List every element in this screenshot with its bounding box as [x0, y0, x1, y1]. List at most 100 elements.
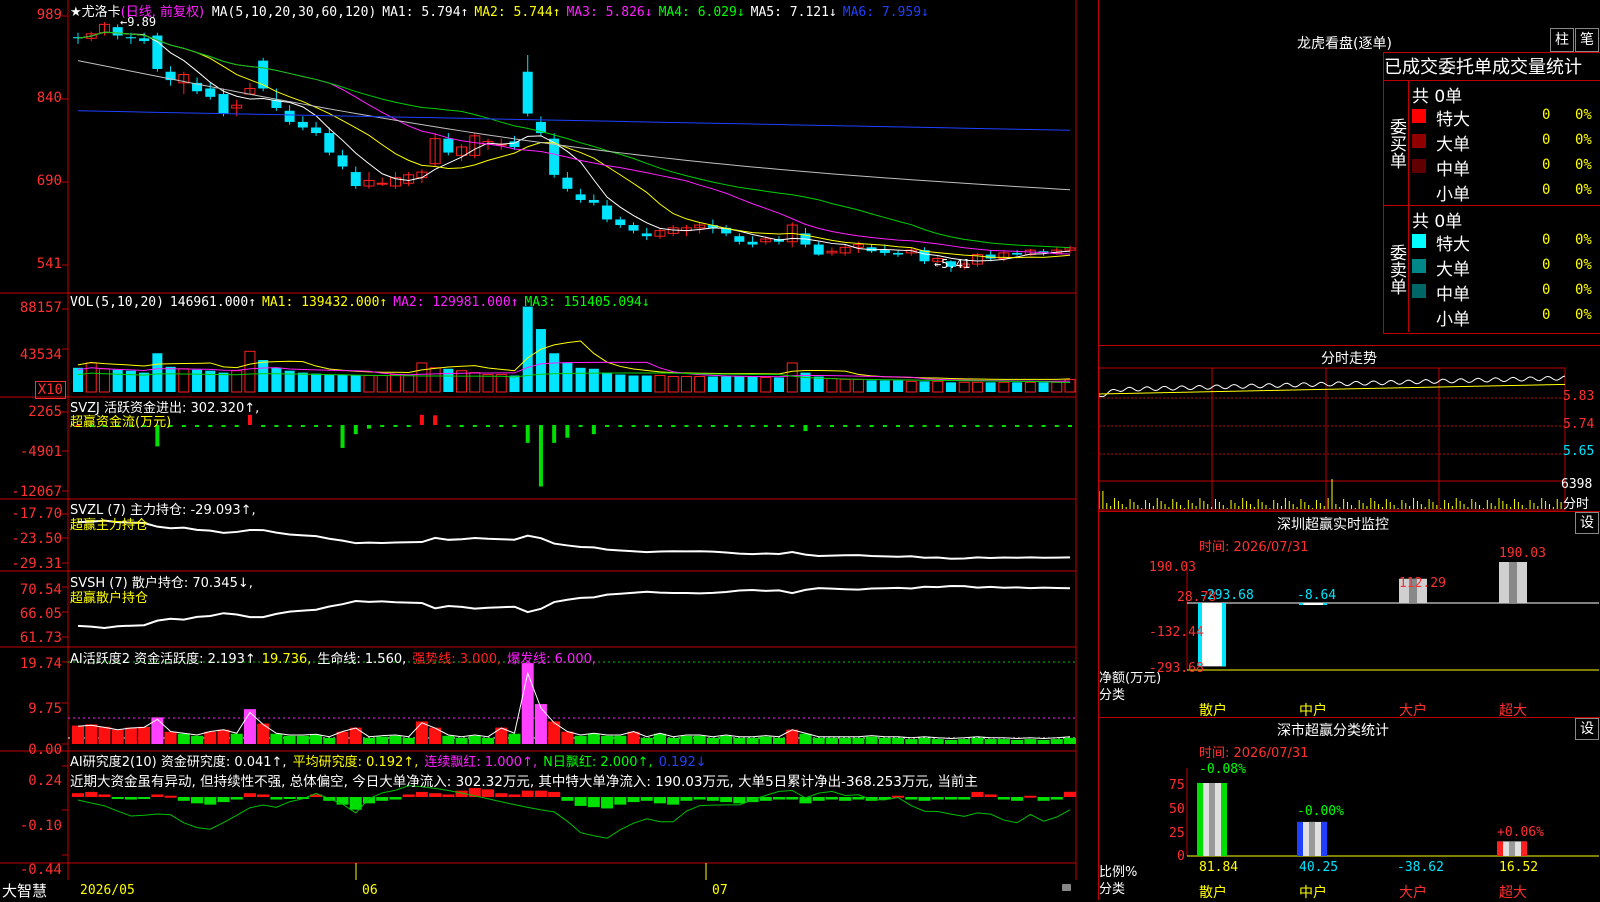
ai-activity-bar: [508, 733, 521, 744]
monitor-bar-edge: [1323, 603, 1327, 605]
tick-mode-button[interactable]: 笔: [1575, 28, 1599, 52]
ai-research-bar: [164, 795, 177, 798]
monitor-category: 散户: [1199, 703, 1227, 719]
svzj-bar: [486, 425, 491, 427]
ai-activity-bar: [773, 737, 786, 744]
svzj-bar: [975, 425, 980, 427]
longhu-tabs[interactable]: 已成交委托单成交量统计: [1384, 53, 1600, 81]
svzl-line: [77, 519, 1071, 560]
volume-bar: [324, 374, 335, 392]
ai-activity-bar: [984, 739, 997, 744]
volume-bar: [905, 380, 917, 393]
main-indicator-header: ★尤洛卡(日线, 前复权) MA(5,10,20,30,60,120) MA1: …: [70, 1, 935, 20]
ai-research-bar: [495, 793, 508, 797]
ai-research-bar: [1037, 797, 1050, 801]
volume-bar: [985, 382, 996, 392]
ai-activity-bar: [138, 726, 151, 744]
ai-research-bar: [85, 791, 98, 797]
candle-body: [588, 199, 599, 203]
ai-activity-bar: [720, 735, 733, 744]
ai-research-bar: [191, 797, 204, 804]
monitor-bar-value: 112.29: [1399, 576, 1446, 591]
svzj-bar: [419, 414, 424, 425]
x-tick: 2026/05: [80, 883, 135, 898]
main-chart-area[interactable]: 989 840 690 541 88157 43534 X10 2265 -49…: [0, 0, 1078, 900]
ai-research-bar: [958, 797, 971, 800]
candle-body: [218, 94, 229, 114]
monitor-bar-edge: [1299, 603, 1303, 605]
intraday-vol-label: 6398: [1561, 477, 1593, 492]
ai-research-bar: [944, 797, 957, 800]
volume-bar: [602, 372, 613, 392]
volume-bar: [721, 376, 732, 392]
classify-bottom-value: 16.52: [1499, 860, 1539, 875]
indicator-value: 0.192↓: [658, 755, 707, 770]
svzj-bar: [512, 425, 517, 427]
svzl-line: [77, 519, 1071, 560]
vol-unit-label: X10: [34, 381, 66, 399]
svzj-bar: [697, 425, 702, 427]
longhu-table: 已成交委托单成交量统计 委买单 共 0单 特大 0 0% 大单 0 0% 中单 0 0% 小单 0 0…: [1383, 52, 1600, 334]
ai-research-bar: [1050, 797, 1063, 800]
svzj-bar: [181, 425, 186, 427]
volume-bar: [178, 368, 190, 393]
indicator-value: MA1: 5.794↑: [382, 5, 469, 20]
svzj-bar: [631, 425, 636, 427]
indicator-value: 146961.000↑: [169, 295, 257, 310]
intraday-panel[interactable]: 分时走势 5.83 5.74 5.65 6398 分时: [1099, 346, 1600, 512]
color-swatch: [1412, 159, 1426, 173]
volume-bar: [852, 378, 864, 393]
candle-body: [522, 71, 533, 114]
ai-research-bar: [111, 797, 124, 799]
y-tick: 989: [36, 7, 62, 23]
ai-activity-line: [77, 671, 1071, 739]
indicator-value: N日飘红: 2.000↑,: [543, 755, 653, 770]
indicator-value: AI研究度2(10) 资金研究度: 0.041↑,: [70, 755, 287, 770]
color-swatch: [1412, 184, 1426, 198]
volume-bar: [879, 380, 890, 392]
volume-bar: [98, 368, 110, 393]
volume-bar: [258, 360, 269, 392]
svzj-bar: [909, 425, 914, 427]
svzl-subtitle: 超赢主力持仓: [70, 518, 149, 533]
indicator-value: MA3: 5.826↓: [566, 5, 653, 20]
lock-icon[interactable]: [1062, 884, 1071, 891]
classify-bottom-value: 81.84: [1199, 860, 1239, 875]
volume-bar: [813, 376, 824, 392]
svzj-bar: [671, 425, 676, 427]
y-tick: -17.70: [11, 506, 62, 522]
ai-activity-bar: [362, 737, 375, 744]
y-tick: 541: [36, 256, 62, 272]
stock-name[interactable]: ★尤洛卡: [70, 5, 121, 20]
svzj-bar: [314, 425, 319, 427]
volume-bar: [734, 376, 745, 392]
svzj-bar: [538, 425, 543, 487]
candle-body: [125, 37, 136, 39]
ai-research-bar: [574, 797, 587, 806]
candle-body: [509, 141, 520, 147]
svzj-bar: [777, 425, 782, 427]
ai-research-bar: [1024, 795, 1037, 798]
ai-activity-bar: [72, 725, 84, 744]
color-swatch: [1412, 309, 1426, 323]
volume-bar: [680, 376, 692, 393]
bar-mode-button[interactable]: 柱: [1550, 28, 1574, 52]
classify-y-tick: 25: [1169, 826, 1185, 841]
intraday-chart[interactable]: [1099, 346, 1600, 511]
ai-activity-bar: [389, 735, 402, 744]
ai-research-bar: [429, 793, 442, 797]
color-swatch: [1412, 109, 1426, 123]
svzj-bar: [948, 425, 953, 427]
ai-research-bar: [138, 797, 151, 799]
ai-activity-bar: [243, 709, 256, 744]
volume-bar: [667, 376, 679, 393]
volume-bar: [893, 380, 904, 392]
y-tick: 840: [36, 90, 62, 106]
volume-bar: [1024, 381, 1036, 393]
ai-activity-bar: [944, 739, 957, 744]
svzj-bar: [750, 425, 755, 427]
ai-activity-bar: [1037, 739, 1050, 744]
high-price-label: ←9.89: [120, 15, 157, 29]
indicator-value: MA6: 7.959↓: [842, 5, 929, 20]
color-swatch: [1412, 259, 1426, 273]
